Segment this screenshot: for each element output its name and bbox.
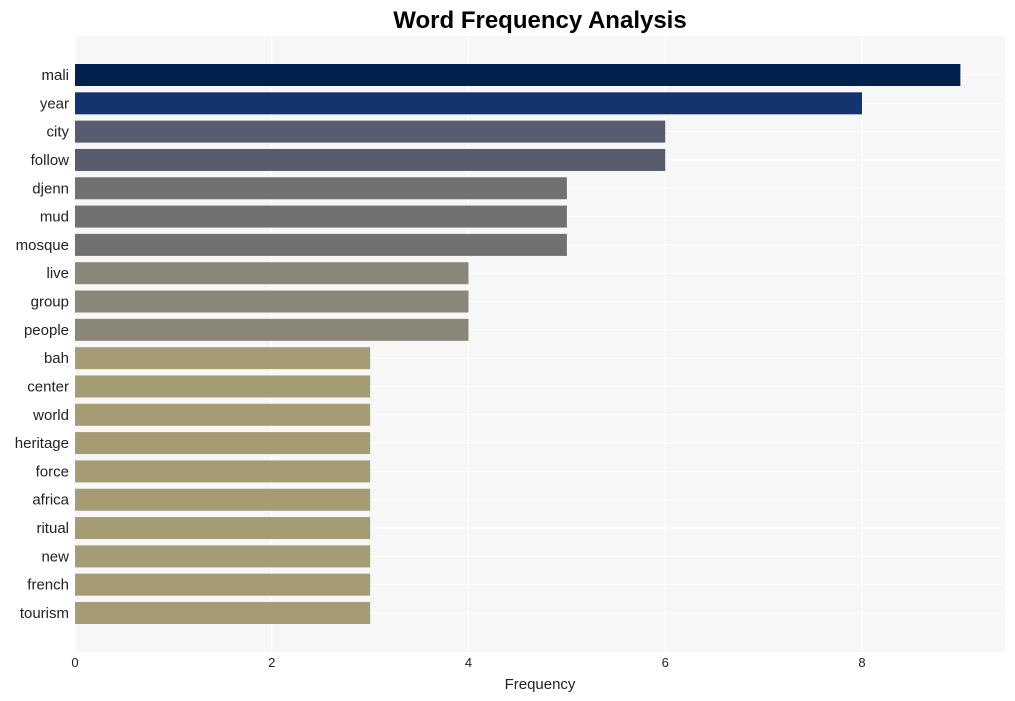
- bar-people: [75, 318, 469, 341]
- bar-force: [75, 460, 371, 483]
- bar-live: [75, 262, 469, 285]
- y-label-tourism: tourism: [20, 605, 69, 622]
- y-label-year: year: [40, 95, 69, 112]
- bar-french: [75, 573, 371, 596]
- y-label-bah: bah: [44, 350, 69, 367]
- bar-mosque: [75, 233, 567, 256]
- bar-mud: [75, 205, 567, 228]
- x-tick-label: 8: [858, 655, 865, 670]
- x-axis-title: Frequency: [505, 676, 576, 693]
- bar-mali: [75, 64, 961, 86]
- y-label-new: new: [41, 548, 69, 565]
- y-label-ritual: ritual: [36, 520, 69, 537]
- y-label-group: group: [31, 294, 69, 311]
- y-label-world: world: [32, 407, 69, 424]
- bar-year: [75, 92, 862, 115]
- y-label-people: people: [24, 322, 69, 339]
- y-label-center: center: [27, 378, 69, 395]
- y-label-force: force: [36, 463, 69, 480]
- y-axis-labels: mali year city follow djenn mud mosque live grou…: [15, 67, 70, 622]
- x-tick-label: 4: [465, 655, 472, 670]
- y-label-heritage: heritage: [15, 435, 69, 452]
- x-tick-label: 2: [268, 655, 275, 670]
- y-label-mali: mali: [41, 67, 69, 84]
- bar-group: [75, 290, 469, 313]
- y-label-djenn: djenn: [32, 180, 69, 197]
- bar-djenn: [75, 177, 567, 200]
- y-label-follow: follow: [31, 152, 70, 169]
- bar-bah: [75, 347, 371, 370]
- word-frequency-chart: mali year city follow djenn mud mosque live grou…: [15, 7, 1005, 693]
- y-label-africa: africa: [32, 492, 69, 509]
- chart-title: Word Frequency Analysis: [393, 7, 686, 34]
- bar-city: [75, 120, 666, 143]
- bar-follow: [75, 148, 666, 171]
- bar-tourism: [75, 602, 371, 624]
- x-tick-label: 6: [662, 655, 669, 670]
- bar-heritage: [75, 432, 371, 455]
- y-label-mud: mud: [40, 209, 69, 226]
- bar-world: [75, 403, 371, 426]
- bar-new: [75, 545, 371, 568]
- x-axis-ticks: 0 2 4 6 8: [71, 655, 865, 670]
- x-tick-label: 0: [71, 655, 78, 670]
- y-label-french: french: [27, 577, 69, 594]
- y-label-live: live: [46, 265, 69, 282]
- bar-center: [75, 375, 371, 398]
- y-label-city: city: [47, 124, 70, 141]
- bar-ritual: [75, 517, 371, 540]
- bar-africa: [75, 488, 371, 511]
- y-label-mosque: mosque: [16, 237, 69, 254]
